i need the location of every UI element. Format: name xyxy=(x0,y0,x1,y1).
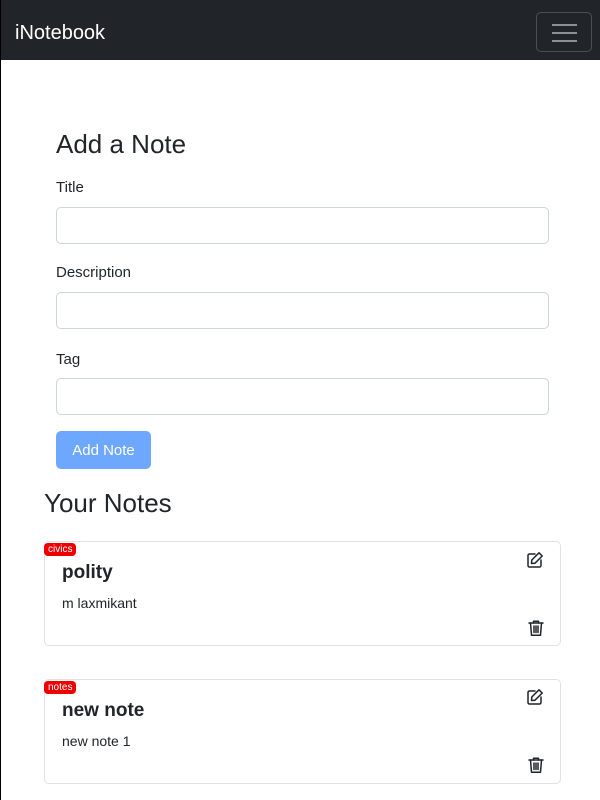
left-border xyxy=(0,60,1,800)
tag-label: Tag xyxy=(56,351,81,368)
tag-input[interactable] xyxy=(56,378,549,415)
navbar: iNotebook xyxy=(0,0,600,60)
hamburger-icon xyxy=(552,24,577,42)
note-tag-badge: civics xyxy=(44,543,77,556)
trash-icon[interactable] xyxy=(527,619,545,637)
add-note-button[interactable]: Add Note xyxy=(56,431,151,469)
brand-logo[interactable]: iNotebook xyxy=(15,20,105,46)
trash-icon[interactable] xyxy=(527,756,545,774)
description-input[interactable] xyxy=(56,292,549,329)
note-title: new note xyxy=(62,700,145,721)
title-label: Title xyxy=(56,179,84,196)
title-input[interactable] xyxy=(56,207,549,244)
note-description: new note 1 xyxy=(62,733,131,749)
edit-icon[interactable] xyxy=(526,551,544,569)
note-description: m laxmikant xyxy=(62,595,137,611)
edit-icon[interactable] xyxy=(526,688,544,706)
navbar-toggler-button[interactable] xyxy=(536,12,592,52)
description-label: Description xyxy=(56,264,132,281)
note-card: civics polity m laxmikant xyxy=(44,541,561,646)
add-note-heading: Add a Note xyxy=(56,129,187,159)
your-notes-heading: Your Notes xyxy=(44,488,172,518)
note-card: notes new note new note 1 xyxy=(44,679,561,784)
note-title: polity xyxy=(62,562,113,583)
note-tag-badge: notes xyxy=(44,681,77,694)
